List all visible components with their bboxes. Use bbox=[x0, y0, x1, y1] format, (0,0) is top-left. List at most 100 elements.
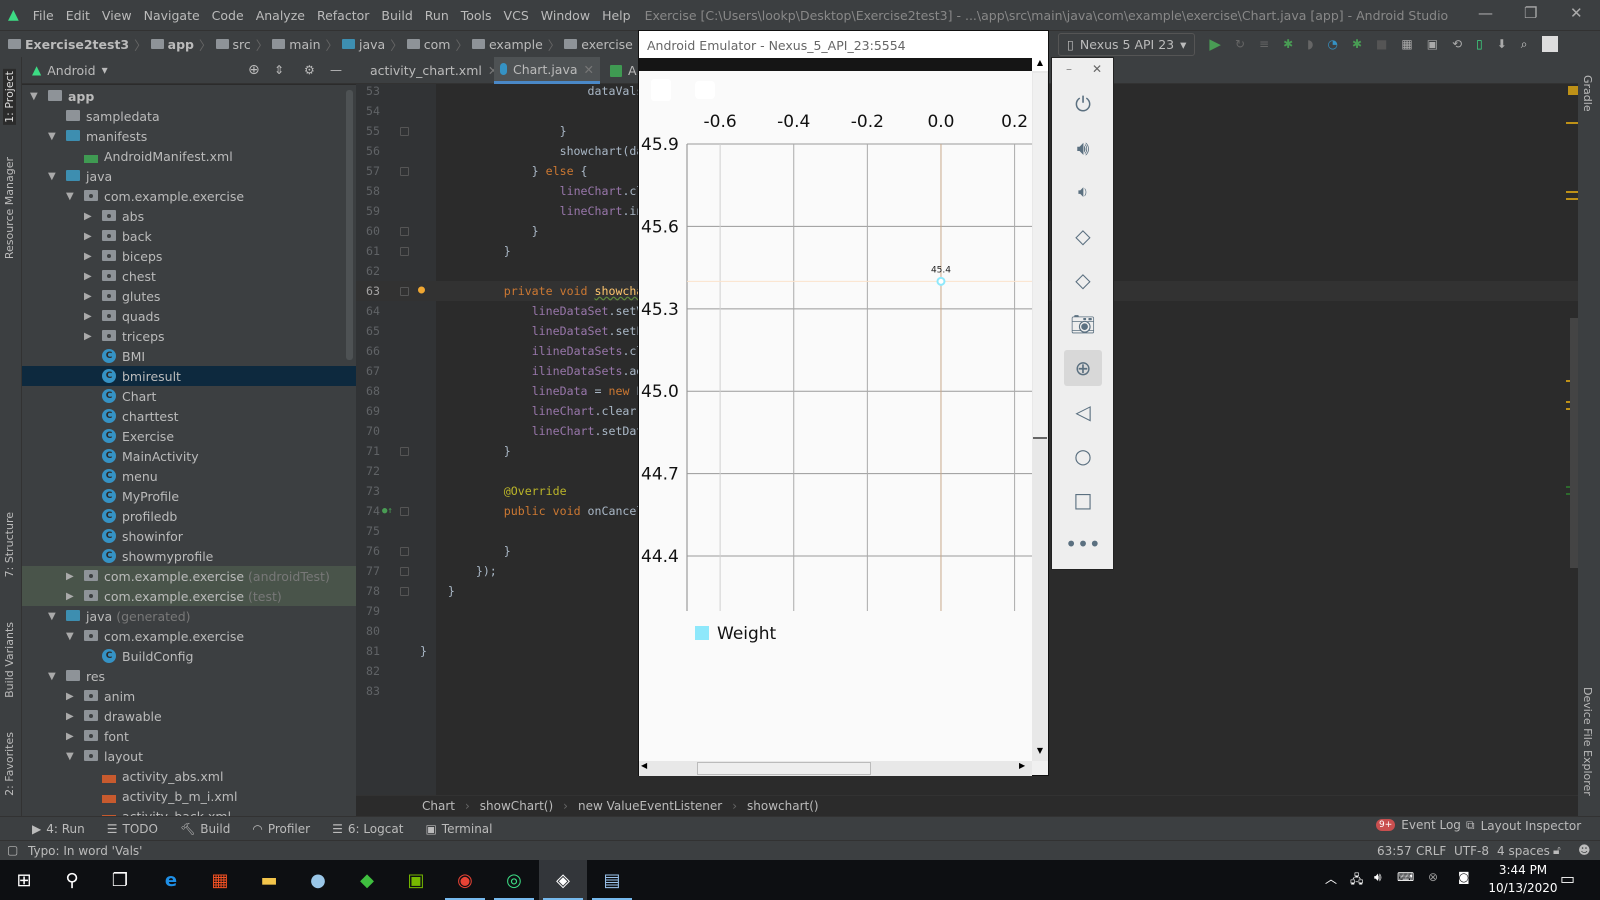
menu-navigate[interactable]: Navigate bbox=[138, 8, 206, 23]
hide-icon[interactable]: — bbox=[330, 63, 342, 77]
back-icon[interactable]: ◁ bbox=[1064, 394, 1102, 430]
code-breadcrumb-item[interactable]: Chart bbox=[422, 799, 455, 813]
collapsed-arrow-icon[interactable]: ▶ bbox=[66, 711, 74, 722]
tree-item[interactable]: ▶ biceps bbox=[22, 246, 356, 266]
tree-item[interactable]: ▼ res bbox=[22, 666, 356, 686]
tree-item[interactable]: C Exercise bbox=[22, 426, 356, 446]
file-encoding[interactable]: UTF-8 bbox=[1454, 844, 1489, 858]
menu-run[interactable]: Run bbox=[419, 8, 455, 23]
menu-vcs[interactable]: VCS bbox=[498, 8, 535, 23]
search-icon[interactable]: ⚲ bbox=[48, 860, 96, 900]
tree-item[interactable]: activity_b_m_i.xml bbox=[22, 786, 356, 806]
event-log-button[interactable]: 9+ Event Log bbox=[1376, 818, 1461, 832]
menu-window[interactable]: Window bbox=[535, 8, 596, 23]
menu-tools[interactable]: Tools bbox=[455, 8, 498, 23]
tree-item[interactable]: C BMI bbox=[22, 346, 356, 366]
android-studio-taskbar-icon[interactable]: ◎ bbox=[490, 860, 538, 900]
tree-item[interactable]: ▶ back bbox=[22, 226, 356, 246]
gear-icon[interactable]: ⚙ bbox=[304, 63, 315, 77]
breadcrumb-item[interactable]: app 〉 bbox=[150, 35, 212, 54]
breadcrumb-item[interactable]: src 〉 bbox=[215, 35, 268, 54]
sdk-manager-icon[interactable]: ⬇ bbox=[1497, 37, 1507, 51]
tree-item[interactable]: ▼ manifests bbox=[22, 126, 356, 146]
emulator-vertical-scrollbar[interactable]: ▲ ▼ bbox=[1032, 58, 1048, 761]
tree-item[interactable]: ▶ glutes bbox=[22, 286, 356, 306]
fold-marker-icon[interactable] bbox=[400, 587, 409, 596]
breadcrumb-item[interactable]: java 〉 bbox=[342, 35, 403, 54]
status-x-icon[interactable]: ⊗ bbox=[1428, 870, 1438, 884]
apply-changes-icon[interactable]: ↻ bbox=[1235, 37, 1245, 51]
collapsed-arrow-icon[interactable]: ▶ bbox=[84, 211, 92, 222]
tree-item[interactable]: Cshowinfor bbox=[22, 526, 356, 546]
stripe-build-variants[interactable]: Build Variants bbox=[3, 622, 16, 698]
fold-marker-icon[interactable] bbox=[400, 567, 409, 576]
caret-position[interactable]: 63:57 bbox=[1377, 844, 1412, 858]
menu-help[interactable]: Help bbox=[596, 8, 637, 23]
device-screen[interactable]: 45.9 45.6 45.3 45.0 44.7 44.4 -0.6 -0.4 -0.2 0.0 0… bbox=[639, 71, 1032, 761]
fold-marker-icon[interactable] bbox=[400, 287, 409, 296]
attach-debugger-icon[interactable]: ✱ bbox=[1352, 37, 1362, 51]
app-tray-icon[interactable]: ◙ bbox=[1458, 870, 1470, 884]
collapse-all-icon[interactable]: ⇕ bbox=[274, 63, 284, 77]
close-tab-icon[interactable]: ✕ bbox=[584, 62, 594, 77]
tool-window-build[interactable]: 🔨︎ Build bbox=[180, 822, 230, 836]
tree-item[interactable]: ▼ java bbox=[22, 166, 356, 186]
collapsed-arrow-icon[interactable]: ▶ bbox=[66, 731, 74, 742]
tree-item[interactable]: activity_abs.xml bbox=[22, 766, 356, 786]
edge-icon[interactable]: e bbox=[147, 860, 195, 900]
fold-marker-icon[interactable] bbox=[400, 547, 409, 556]
tree-item[interactable]: ▼ app bbox=[22, 86, 356, 106]
fold-marker-icon[interactable] bbox=[400, 507, 409, 516]
breadcrumb-item[interactable]: example 〉 bbox=[471, 35, 560, 54]
steam-icon[interactable]: ● bbox=[294, 860, 342, 900]
menu-analyze[interactable]: Analyze bbox=[250, 8, 311, 23]
locate-icon[interactable]: ⊕ bbox=[248, 62, 260, 78]
breadcrumb-item[interactable]: Exercise2test3 〉 bbox=[8, 35, 147, 54]
chrome-icon[interactable]: ◉ bbox=[441, 860, 489, 900]
code-breadcrumb-item[interactable]: new ValueEventListener bbox=[578, 799, 722, 813]
home-icon[interactable]: ○ bbox=[1064, 438, 1102, 474]
sims-icon[interactable]: ◆ bbox=[343, 860, 391, 900]
editor-scrollbar[interactable] bbox=[1570, 318, 1578, 568]
tree-item[interactable]: C MainActivity bbox=[22, 446, 356, 466]
breadcrumb-item[interactable]: com 〉 bbox=[406, 35, 468, 54]
scroll-right-icon[interactable]: ▶ bbox=[1019, 761, 1025, 770]
task-view-icon[interactable]: ❐ bbox=[96, 860, 144, 900]
tree-item[interactable]: Cprofiledb bbox=[22, 506, 356, 526]
stripe-project[interactable]: 1: Project bbox=[3, 69, 16, 125]
clock-date[interactable]: 10/13/2020 bbox=[1484, 881, 1562, 895]
expanded-arrow-icon[interactable]: ▼ bbox=[48, 171, 56, 182]
data-point[interactable] bbox=[936, 276, 946, 286]
vertical-scroll-thumb[interactable] bbox=[1033, 73, 1047, 439]
network-icon[interactable]: 🖧︎ bbox=[1350, 870, 1363, 891]
fold-marker-icon[interactable] bbox=[400, 167, 409, 176]
stop-icon[interactable]: ■ bbox=[1376, 37, 1387, 51]
lock-icon[interactable]: 🔓︎ bbox=[1553, 843, 1561, 858]
tree-item[interactable]: ▶ triceps bbox=[22, 326, 356, 346]
tree-item[interactable]: ▶ chest bbox=[22, 266, 356, 286]
scroll-down-icon[interactable]: ▼ bbox=[1032, 746, 1048, 760]
paint-icon[interactable]: ▤ bbox=[588, 860, 636, 900]
tree-item[interactable]: ▼ layout bbox=[22, 746, 356, 766]
sync-gradle-icon[interactable]: ⟲ bbox=[1452, 37, 1462, 51]
collapsed-arrow-icon[interactable]: ▶ bbox=[84, 331, 92, 342]
menu-view[interactable]: View bbox=[96, 8, 138, 23]
tool-window-profiler[interactable]: ◠ Profiler bbox=[252, 822, 310, 836]
tree-item[interactable]: ▼ com.example.exercise bbox=[22, 626, 356, 646]
tree-item[interactable]: Ccharttest bbox=[22, 406, 356, 426]
tree-item[interactable]: C MyProfile bbox=[22, 486, 356, 506]
apply-code-changes-icon[interactable]: ≡ bbox=[1259, 37, 1269, 51]
overview-icon[interactable]: □ bbox=[1064, 482, 1102, 518]
volume-down-icon[interactable]: 🔉︎ bbox=[1064, 174, 1102, 210]
layout-inspector-button[interactable]: ⧉ Layout Inspector bbox=[1466, 818, 1581, 833]
emulator-minimize-button[interactable]: – bbox=[1066, 62, 1072, 76]
restore-button[interactable]: ❐ bbox=[1524, 4, 1537, 22]
collapsed-arrow-icon[interactable]: ▶ bbox=[84, 291, 92, 302]
project-structure-icon[interactable]: ▦ bbox=[1401, 37, 1412, 51]
status-toggle-icon[interactable]: ▢ bbox=[7, 843, 18, 857]
start-icon[interactable]: ⊞ bbox=[0, 860, 48, 900]
fold-marker-icon[interactable] bbox=[400, 447, 409, 456]
chevron-down-icon[interactable]: ▾ bbox=[102, 63, 108, 77]
collapsed-arrow-icon[interactable]: ▶ bbox=[66, 571, 74, 582]
scroll-left-icon[interactable]: ◀ bbox=[641, 761, 647, 770]
